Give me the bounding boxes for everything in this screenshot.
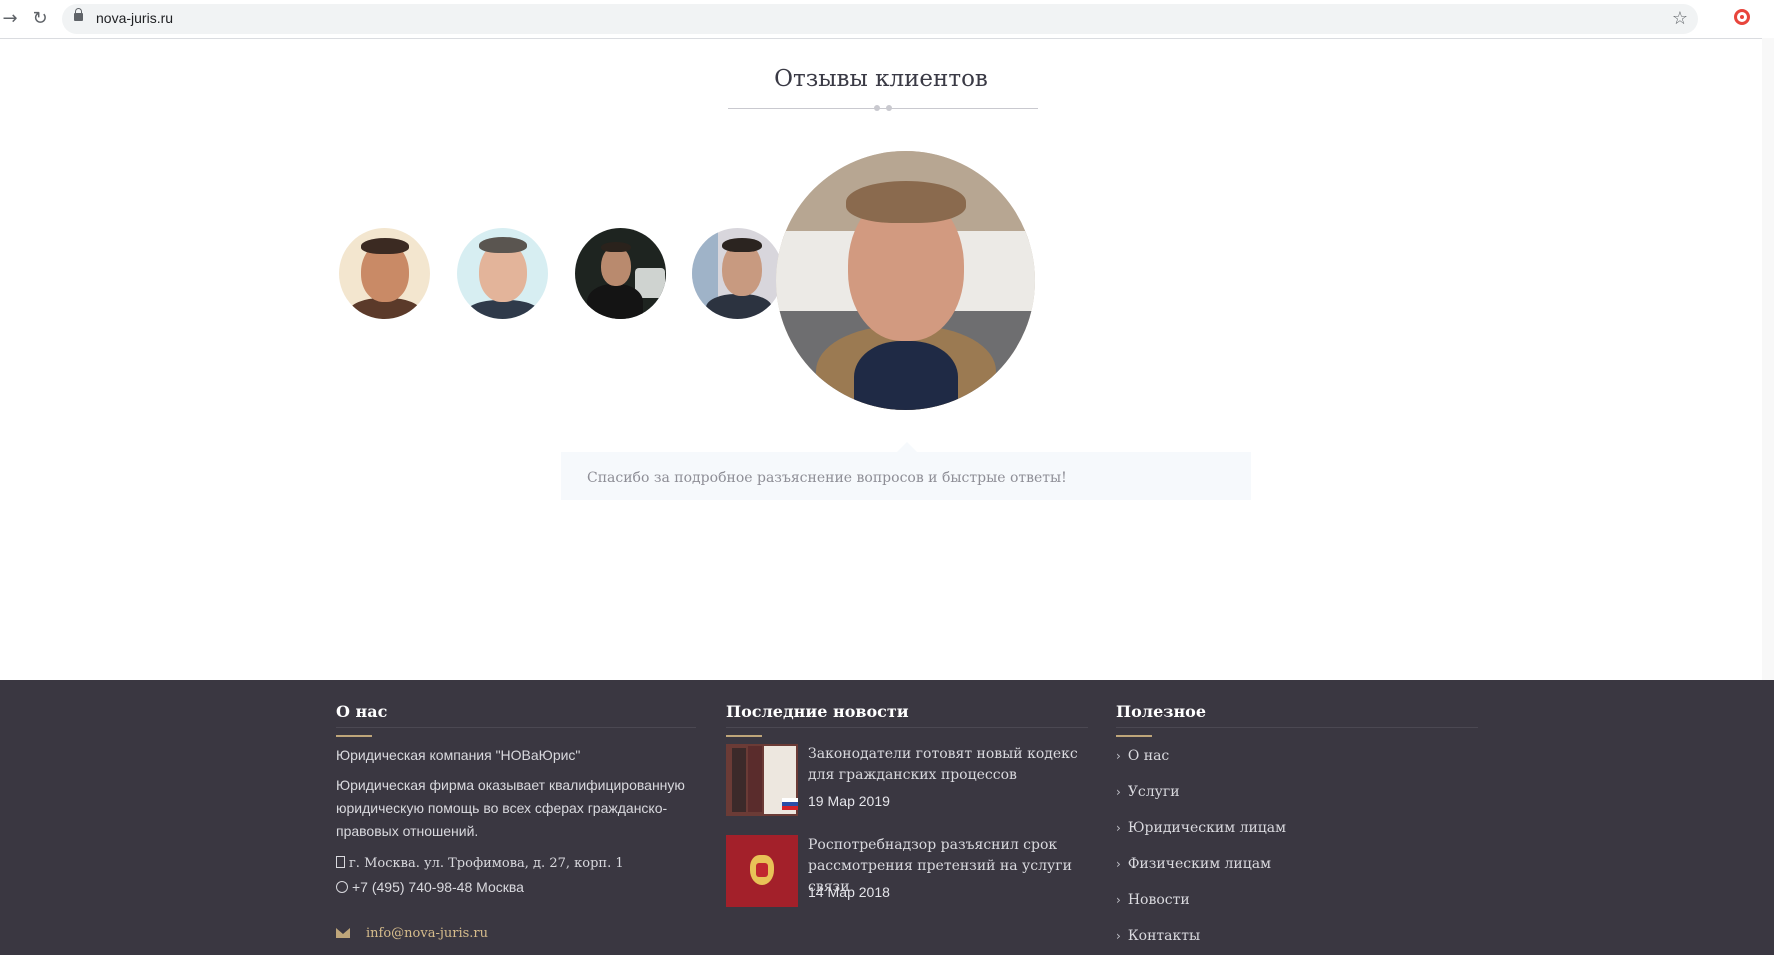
news-item-date: 19 Мар 2019: [808, 793, 890, 809]
building-icon: [336, 856, 345, 868]
chevron-right-icon: ›: [1116, 821, 1121, 835]
chevron-right-icon: ›: [1116, 785, 1121, 799]
flag-stripe: [782, 806, 798, 810]
avatar-face: [601, 246, 631, 286]
address-bar[interactable]: nova-juris.ru ☆: [62, 4, 1698, 34]
book-spine: [732, 748, 746, 812]
site-footer: О нас Юридическая компания "НОВаЮрис" Юр…: [0, 680, 1774, 955]
testimonial-quote: Спасибо за подробное разъяснение вопросо…: [587, 470, 1067, 486]
footer-link-news[interactable]: › Новости: [1116, 892, 1190, 908]
avatar-shirt: [854, 341, 958, 410]
avatar-hair: [479, 237, 527, 253]
footer-link-label: О нас: [1127, 748, 1170, 764]
column-rule: [1116, 727, 1478, 728]
footer-link-individuals[interactable]: › Физическим лицам: [1116, 856, 1271, 872]
avatar-shirt: [587, 284, 643, 319]
book-spine: [748, 746, 762, 812]
whatsapp-icon: [336, 881, 348, 893]
client-avatar-4[interactable]: [692, 228, 783, 319]
footer-link-label: Юридическим лицам: [1127, 820, 1287, 836]
column-accent: [726, 735, 762, 737]
url-text[interactable]: nova-juris.ru: [96, 10, 173, 26]
footer-link-label: Услуги: [1127, 784, 1180, 800]
company-name: Юридическая компания "НОВаЮрис": [336, 747, 581, 763]
avatar-shirt: [706, 294, 772, 319]
chevron-right-icon: ›: [1116, 857, 1121, 871]
forward-arrow-icon[interactable]: →: [0, 9, 20, 29]
footer-link-label: Новости: [1127, 892, 1190, 908]
footer-link-services[interactable]: › Услуги: [1116, 784, 1180, 800]
avatar-hair: [846, 181, 966, 223]
footer-link-label: Контакты: [1127, 928, 1201, 944]
reload-icon[interactable]: ↻: [30, 9, 50, 29]
client-avatar-2[interactable]: [457, 228, 548, 319]
news-item-title[interactable]: Законодатели готовят новый кодекс для гр…: [808, 744, 1088, 786]
email-link[interactable]: info@nova-juris.ru: [366, 926, 488, 941]
chevron-right-icon: ›: [1116, 893, 1121, 907]
column-rule: [726, 727, 1088, 728]
address-text: г. Москва. ул. Трофимова, д. 27, корп. 1: [349, 856, 624, 871]
browser-toolbar: → ↻ nova-juris.ru ☆: [0, 0, 1774, 39]
column-accent: [1116, 735, 1152, 737]
footer-link-label: Физическим лицам: [1127, 856, 1271, 872]
news-thumbnail[interactable]: [726, 835, 798, 907]
divider-dot: [874, 105, 880, 111]
client-avatar-3[interactable]: [575, 228, 666, 319]
client-avatar-active[interactable]: [776, 151, 1035, 410]
lock-icon: [74, 8, 83, 21]
footer-link-contacts[interactable]: › Контакты: [1116, 928, 1200, 944]
avatar-hair: [722, 238, 762, 252]
footer-about-title: О нас: [336, 702, 388, 721]
column-accent: [336, 735, 372, 737]
news-thumbnail[interactable]: [726, 744, 798, 816]
envelope-icon: [336, 928, 350, 938]
company-phone: +7 (495) 740-98-48 Москва: [336, 876, 696, 899]
target-icon[interactable]: [1734, 9, 1750, 25]
avatar-hair: [601, 242, 631, 252]
footer-link-legal-entities[interactable]: › Юридическим лицам: [1116, 820, 1286, 836]
footer-news-title: Последние новости: [726, 702, 909, 721]
avatar-hair: [361, 238, 409, 254]
emblem-shield: [756, 863, 768, 877]
title-divider: [728, 108, 1038, 109]
news-item-date: 14 Мар 2018: [808, 884, 890, 900]
client-avatar-1[interactable]: [339, 228, 430, 319]
star-icon[interactable]: ☆: [1672, 8, 1688, 29]
footer-link-about[interactable]: › О нас: [1116, 748, 1169, 764]
column-rule: [336, 727, 696, 728]
chevron-right-icon: ›: [1116, 929, 1121, 943]
company-address: г. Москва. ул. Трофимова, д. 27, корп. 1: [336, 852, 696, 875]
section-title: Отзывы клиентов: [774, 66, 988, 92]
chevron-right-icon: ›: [1116, 749, 1121, 763]
testimonial-quote-box: Спасибо за подробное разъяснение вопросо…: [561, 442, 1251, 500]
footer-useful-title: Полезное: [1116, 702, 1207, 721]
avatar-shirt: [465, 300, 541, 319]
divider-dot: [886, 105, 892, 111]
company-description: Юридическая фирма оказывает квалифициров…: [336, 777, 685, 839]
phone-text[interactable]: +7 (495) 740-98-48 Москва: [352, 879, 524, 895]
